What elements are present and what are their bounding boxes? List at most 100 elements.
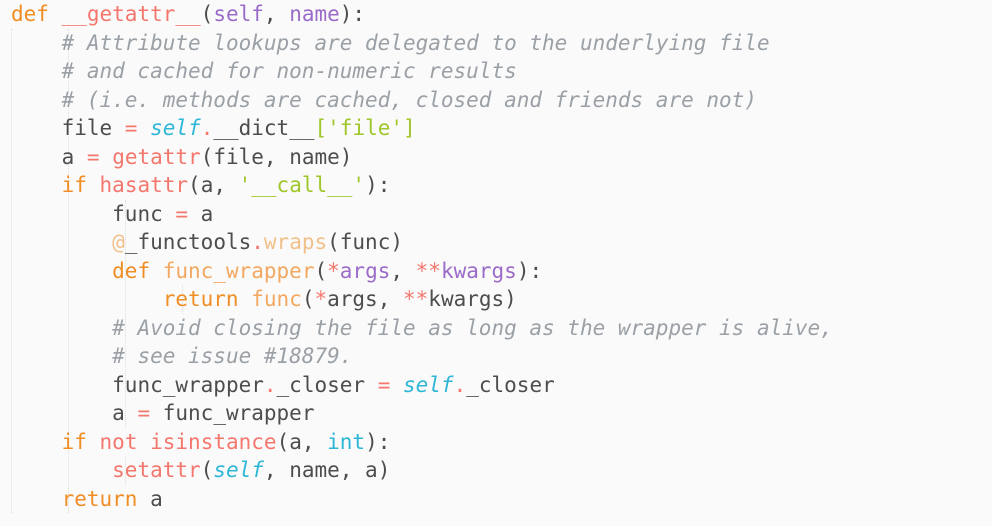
code-token: _closer (276, 372, 378, 397)
code-viewer[interactable]: def __getattr__(self, name): # Attribute… (0, 0, 992, 526)
code-line[interactable]: # Attribute lookups are delegated to the… (0, 29, 992, 58)
code-token: ** (415, 258, 441, 283)
code-line[interactable]: return func(*args, **kwargs) (0, 285, 992, 314)
code-token: . (200, 116, 214, 140)
code-token: ): (365, 173, 391, 197)
code-token: file (61, 116, 125, 140)
code-line[interactable]: @_functools.wraps(func) (0, 228, 992, 257)
code-line[interactable]: return a (0, 485, 992, 514)
code-line[interactable]: # Avoid closing the file as long as the … (0, 314, 992, 343)
code-token: args (339, 258, 391, 283)
code-token: wraps (263, 230, 328, 254)
code-token: * (314, 287, 328, 311)
code-token: (func) (327, 230, 403, 254)
code-line[interactable]: # and cached for non-numeric results (0, 57, 992, 86)
code-token: = (175, 201, 189, 226)
code-line[interactable]: if not isinstance(a, int): (0, 428, 992, 457)
code-token: func (112, 201, 176, 226)
code-line[interactable]: def func_wrapper(*args, **kwargs): (0, 257, 992, 286)
code-token: # and cached for non-numeric results (61, 59, 517, 83)
code-token: getattr (112, 144, 201, 169)
code-token: ( (314, 258, 328, 283)
code-token: __dict__ (213, 116, 315, 140)
code-token: [ (314, 116, 328, 140)
code-token: @ (112, 230, 125, 254)
code-token: self (150, 116, 201, 140)
code-line[interactable]: func = a (0, 200, 992, 229)
code-token: _closer (466, 372, 555, 397)
code-block[interactable]: def __getattr__(self, name): # Attribute… (0, 0, 992, 513)
code-line[interactable]: # see issue #18879. (0, 342, 992, 371)
code-token: hasattr (99, 173, 189, 197)
code-token: kwargs (440, 258, 517, 283)
code-token: __getattr__ (61, 2, 201, 26)
code-token: ( (200, 2, 214, 26)
code-token: return (162, 287, 239, 311)
code-line[interactable]: # (i.e. methods are cached, closed and f… (0, 86, 992, 115)
code-token: int (327, 429, 366, 454)
code-line[interactable]: a = func_wrapper (0, 399, 992, 428)
code-token: kwargs (428, 287, 505, 311)
code-token: = (137, 401, 151, 425)
code-token: _functools (124, 230, 252, 254)
code-token: a (61, 144, 87, 169)
code-token: = (124, 116, 138, 140)
code-token: ** (403, 287, 429, 311)
code-token: . (263, 372, 277, 397)
code-token: func_wrapper (150, 401, 315, 425)
code-token: ( (200, 458, 214, 482)
code-token: self (213, 458, 264, 482)
code-token: ] (403, 116, 416, 140)
code-token: ): (339, 2, 366, 26)
code-token: . (251, 230, 264, 254)
code-token: , (263, 2, 290, 26)
code-token: return (61, 486, 138, 511)
code-token: (a, (188, 173, 239, 197)
code-token: # (i.e. methods are cached, closed and f… (61, 87, 757, 112)
code-token: setattr (112, 458, 201, 482)
code-token: not (99, 429, 138, 454)
code-token: isinstance (150, 429, 277, 454)
code-token: if (61, 429, 87, 454)
code-token: ): (365, 429, 391, 454)
code-token: ) (504, 287, 517, 311)
code-token: func (251, 287, 302, 311)
code-token: 'file' (327, 116, 404, 140)
code-token: if (61, 173, 87, 197)
code-line[interactable]: a = getattr(file, name) (0, 143, 992, 172)
code-line[interactable]: if hasattr(a, '__call__'): (0, 171, 992, 200)
code-line[interactable]: setattr(self, name, a) (0, 456, 992, 485)
code-token: def (11, 2, 49, 26)
code-token: # see issue #18879. (112, 344, 353, 368)
code-token: func_wrapper (162, 258, 315, 283)
code-token: func_wrapper (112, 372, 264, 397)
code-line[interactable]: file = self.__dict__['file'] (0, 114, 992, 143)
code-token: # Avoid closing the file as long as the … (112, 315, 833, 340)
code-token: a (188, 201, 214, 226)
code-line[interactable]: func_wrapper._closer = self._closer (0, 371, 992, 400)
code-token: (a, (276, 429, 328, 454)
code-line[interactable]: def __getattr__(self, name): (0, 0, 992, 29)
